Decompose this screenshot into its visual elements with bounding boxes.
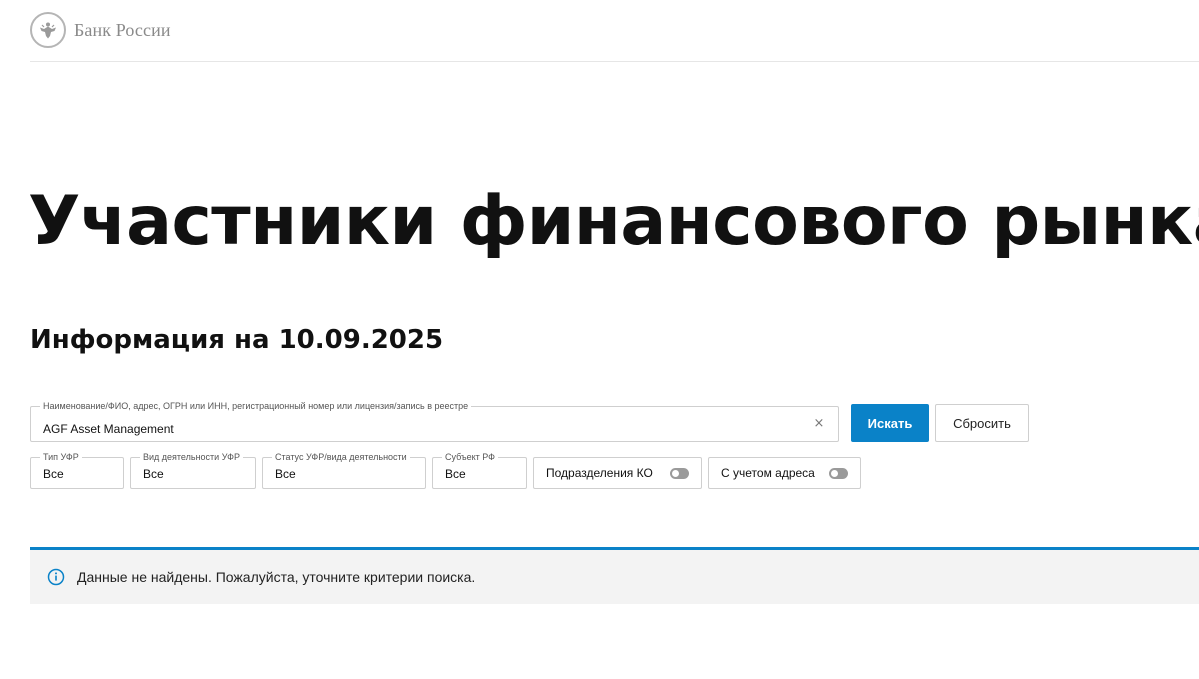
filter-region-value: Все xyxy=(445,467,466,481)
filter-activity-select[interactable]: Вид деятельности УФР Все xyxy=(130,452,256,489)
filter-type-value: Все xyxy=(43,467,64,481)
toggle-address[interactable]: С учетом адреса xyxy=(708,457,861,489)
clear-search-icon[interactable]: × xyxy=(812,417,826,431)
info-icon xyxy=(47,568,65,586)
no-results-message: Данные не найдены. Пожалуйста, уточните … xyxy=(77,569,476,585)
reset-button[interactable]: Сбросить xyxy=(935,404,1029,442)
toggle-address-switch[interactable] xyxy=(829,468,848,479)
filter-status-legend: Статус УФР/вида деятельности xyxy=(272,452,410,463)
search-field: Наименование/ФИО, адрес, ОГРН или ИНН, р… xyxy=(30,401,839,442)
search-input[interactable] xyxy=(31,407,811,441)
double-headed-eagle-icon xyxy=(30,12,66,48)
filter-activity-value: Все xyxy=(143,467,164,481)
bank-logo-link[interactable]: Банк России xyxy=(30,12,171,48)
site-header: Банк России xyxy=(30,0,1199,62)
filter-type-select[interactable]: Тип УФР Все xyxy=(30,452,124,489)
filter-status-select[interactable]: Статус УФР/вида деятельности Все xyxy=(262,452,426,489)
toggle-branches[interactable]: Подразделения КО xyxy=(533,457,702,489)
page: Банк России Участники финансового рынка … xyxy=(0,0,1199,679)
filter-status-value: Все xyxy=(275,467,296,481)
filter-region-legend: Субъект РФ xyxy=(442,452,498,463)
filter-region-select[interactable]: Субъект РФ Все xyxy=(432,452,527,489)
toggle-branches-label: Подразделения КО xyxy=(546,466,653,480)
filter-activity-legend: Вид деятельности УФР xyxy=(140,452,243,463)
toggle-address-knob xyxy=(831,470,838,477)
filter-type-legend: Тип УФР xyxy=(40,452,82,463)
no-results-notice: Данные не найдены. Пожалуйста, уточните … xyxy=(30,547,1199,604)
info-date-subtitle: Информация на 10.09.2025 xyxy=(30,325,444,355)
toggle-branches-knob xyxy=(672,470,679,477)
search-button[interactable]: Искать xyxy=(851,404,929,442)
toggle-branches-switch[interactable] xyxy=(670,468,689,479)
logo-text: Банк России xyxy=(74,19,171,40)
toggle-address-label: С учетом адреса xyxy=(721,466,815,480)
page-title: Участники финансового рынка xyxy=(28,182,1199,261)
